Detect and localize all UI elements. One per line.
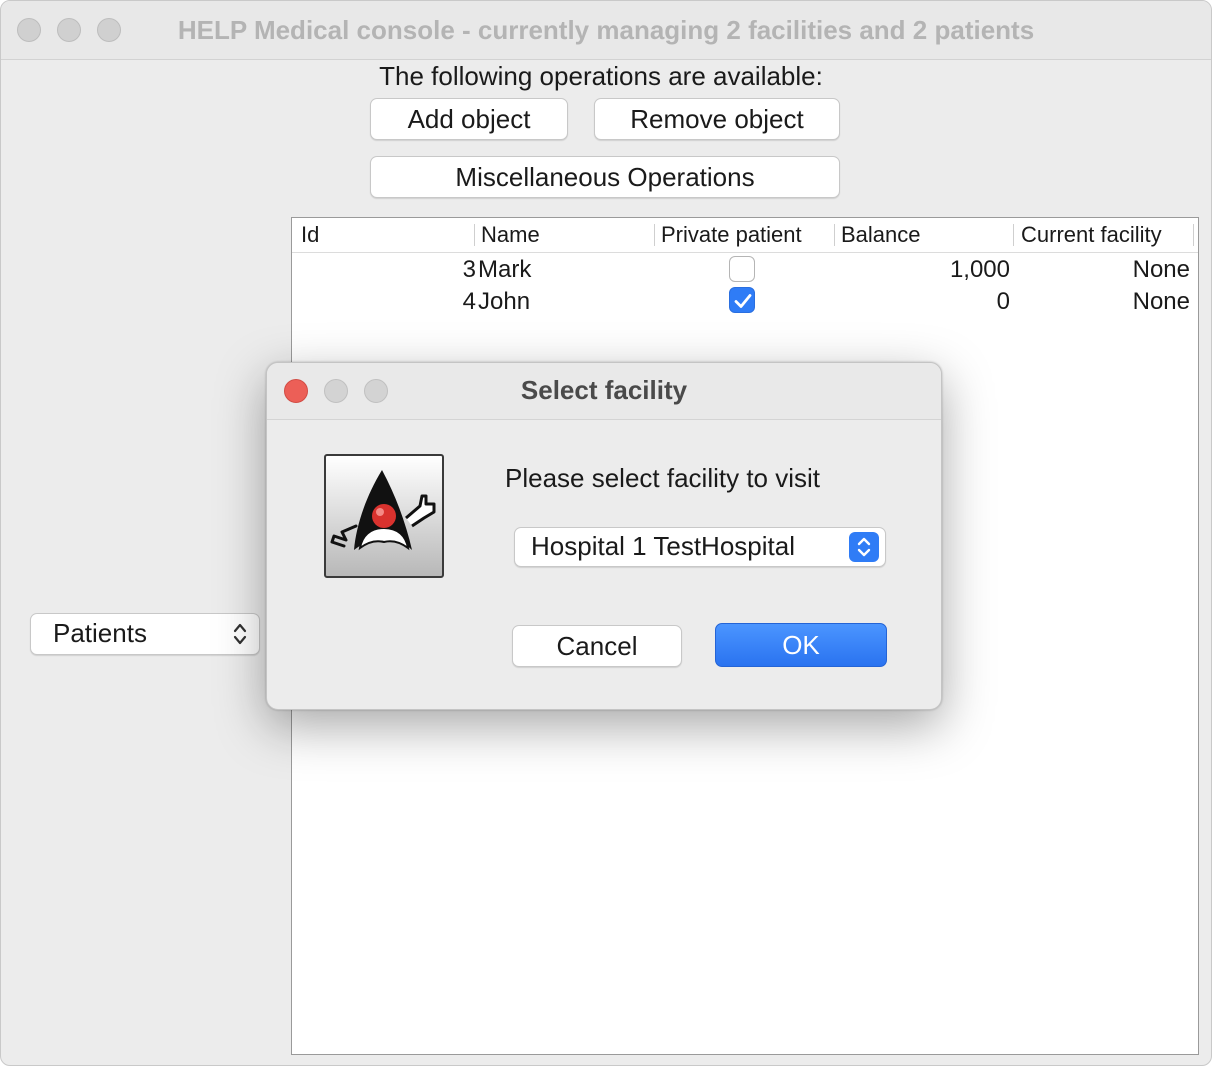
dialog-titlebar: Select facility bbox=[267, 363, 941, 420]
cell-name: Mark bbox=[478, 256, 532, 283]
cell-balance: 0 bbox=[996, 288, 1010, 315]
operations-label: The following operations are available: bbox=[379, 61, 823, 91]
dialog-title: Select facility bbox=[520, 375, 688, 405]
remove-object-button[interactable]: Remove object bbox=[594, 98, 840, 140]
miscellaneous-operations-button[interactable]: Miscellaneous Operations bbox=[370, 156, 840, 198]
cell-balance: 1,000 bbox=[949, 256, 1010, 283]
cell-name: John bbox=[478, 288, 531, 315]
column-header-balance[interactable]: Balance bbox=[841, 222, 921, 248]
select-arrows-icon bbox=[233, 623, 247, 645]
object-type-value: Patients bbox=[53, 617, 147, 648]
dialog-prompt: Please select facility to visit bbox=[505, 463, 821, 493]
private-patient-checkbox[interactable] bbox=[729, 287, 755, 313]
object-type-select[interactable]: Patients bbox=[30, 613, 260, 655]
column-header-current-facility[interactable]: Current facility bbox=[1021, 222, 1162, 248]
ok-button[interactable]: OK bbox=[715, 623, 887, 667]
window-title: HELP Medical console - currently managin… bbox=[177, 15, 1035, 45]
facility-select-value: Hospital 1 TestHospital bbox=[531, 530, 795, 561]
checkmark-icon bbox=[734, 294, 752, 308]
column-header-name[interactable]: Name bbox=[481, 222, 540, 248]
add-object-button[interactable]: Add object bbox=[370, 98, 568, 140]
cell-current-facility: None bbox=[1132, 288, 1190, 315]
column-header-id[interactable]: Id bbox=[301, 222, 319, 248]
cell-id: 3 bbox=[462, 256, 476, 283]
private-patient-checkbox[interactable] bbox=[729, 256, 755, 282]
cell-current-facility: None bbox=[1132, 256, 1190, 283]
column-header-private-patient[interactable]: Private patient bbox=[661, 222, 802, 248]
select-arrows-icon bbox=[849, 532, 879, 562]
main-titlebar: HELP Medical console - currently managin… bbox=[1, 1, 1211, 60]
java-duke-icon bbox=[324, 454, 444, 578]
table-header: Id Name Private patient Balance Current … bbox=[292, 218, 1198, 253]
cancel-button[interactable]: Cancel bbox=[512, 625, 682, 667]
facility-select[interactable]: Hospital 1 TestHospital bbox=[514, 527, 886, 567]
cell-id: 4 bbox=[462, 288, 476, 315]
select-facility-dialog: Select facility Please select facility t… bbox=[266, 362, 942, 710]
